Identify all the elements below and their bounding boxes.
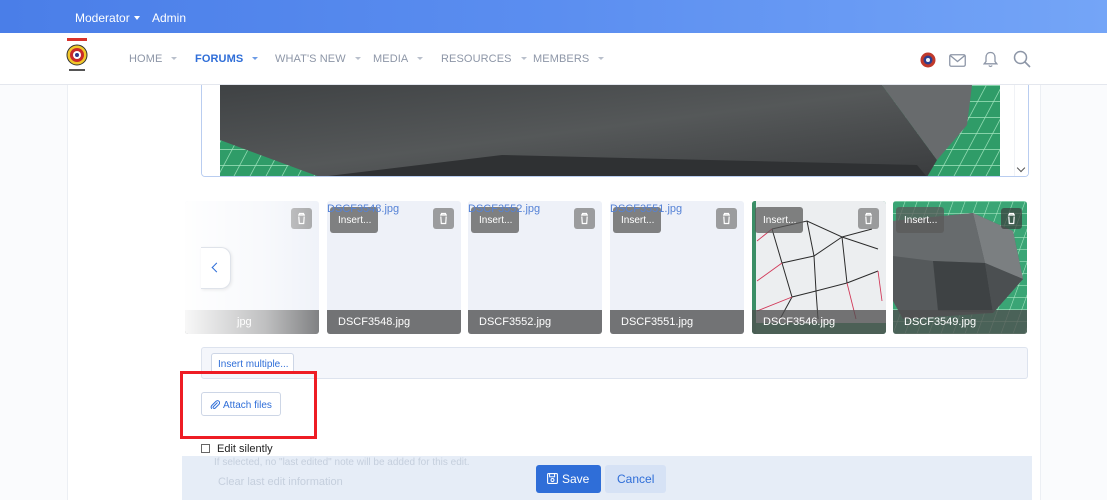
- chevron-down-icon: [417, 57, 424, 60]
- attachment-item[interactable]: Insert... DSCF3549.jpg: [893, 201, 1027, 334]
- nav-item-label: FORUMS: [195, 53, 244, 65]
- trash-icon[interactable]: [716, 208, 737, 229]
- attachment-item[interactable]: Insert... DSCF3546.jpg: [752, 201, 886, 334]
- trash-icon[interactable]: [433, 208, 454, 229]
- attachment-item[interactable]: Insert... DSCF3552.jpg DSCF3552.jpg: [468, 201, 602, 334]
- moderator-label: Moderator: [75, 11, 130, 25]
- chevron-down-icon: [520, 57, 527, 60]
- nav-item-whats-new[interactable]: WHAT'S NEW: [275, 53, 361, 65]
- nav-item-media[interactable]: MEDIA: [373, 53, 424, 65]
- attachment-filename: DSCF3551.jpg: [610, 310, 744, 334]
- highlight-box: [180, 371, 317, 439]
- nav-item-label: HOME: [129, 53, 163, 65]
- editor-image-preview: [202, 85, 1028, 176]
- nav-item-label: WHAT'S NEW: [275, 53, 346, 65]
- nav-item-home[interactable]: HOME: [129, 53, 178, 65]
- cancel-button[interactable]: Cancel: [605, 465, 666, 493]
- nav-item-label: MEMBERS: [533, 53, 590, 65]
- bell-icon[interactable]: [983, 51, 998, 68]
- chevron-down-icon: [133, 16, 140, 20]
- attachment-item[interactable]: Insert... DSCF3548.jpg DSCF3548.jpg: [327, 201, 461, 334]
- nav-item-label: MEDIA: [373, 53, 409, 65]
- message-editor[interactable]: [201, 85, 1029, 177]
- chevron-down-icon: [171, 57, 178, 60]
- admin-link[interactable]: Admin: [152, 11, 186, 25]
- envelope-icon[interactable]: [949, 54, 966, 67]
- trash-icon[interactable]: [574, 208, 595, 229]
- attachment-top-label: DSCF3552.jpg: [468, 203, 541, 215]
- trash-icon[interactable]: [1001, 208, 1022, 229]
- editor-scrollbar[interactable]: [1014, 85, 1028, 176]
- chevron-down-icon: [252, 57, 259, 60]
- attachment-top-label: DSCF3548.jpg: [327, 203, 400, 215]
- save-button[interactable]: Save: [536, 465, 601, 493]
- insert-button[interactable]: Insert...: [896, 207, 944, 233]
- search-icon[interactable]: [1013, 50, 1031, 68]
- attachment-filename: DSCF3552.jpg: [468, 310, 602, 334]
- edit-silently-hint: If selected, no "last edited" note will …: [214, 457, 470, 468]
- edit-silently-checkbox[interactable]: Edit silently: [201, 443, 273, 455]
- nav-item-resources[interactable]: RESOURCES: [441, 53, 527, 65]
- trash-icon[interactable]: [858, 208, 879, 229]
- chevron-left-icon: [211, 262, 222, 273]
- chevron-down-icon: [598, 57, 605, 60]
- floppy-disk-icon: [547, 473, 558, 484]
- site-logo[interactable]: [65, 36, 89, 76]
- moderator-menu[interactable]: Moderator: [75, 11, 140, 25]
- attachment-filename: DSCF3549.jpg: [893, 310, 1027, 334]
- attachment-toolbar: Insert multiple...: [201, 347, 1028, 379]
- nav-item-label: RESOURCES: [441, 53, 512, 65]
- edit-silently-label: Edit silently: [217, 443, 273, 455]
- top-bar: Moderator Admin: [0, 0, 1107, 33]
- user-avatar-icon[interactable]: [920, 52, 936, 68]
- attachment-filename: DSCF3548.jpg: [327, 310, 461, 334]
- nav-item-forums[interactable]: FORUMS: [195, 53, 259, 65]
- attachment-filename: DSCF3546.jpg: [752, 310, 886, 334]
- insert-button[interactable]: Insert...: [755, 207, 803, 233]
- attachment-top-label: DSCF3551.jpg: [610, 203, 683, 215]
- nav-item-members[interactable]: MEMBERS: [533, 53, 605, 65]
- checkbox-box[interactable]: [201, 444, 210, 453]
- chevron-down-icon: [354, 57, 361, 60]
- carousel-prev-button[interactable]: [201, 247, 231, 289]
- main-navigation: HOME FORUMS WHAT'S NEW MEDIA RESOURCES M…: [0, 33, 1107, 85]
- clear-last-edit-label: Clear last edit information: [218, 476, 343, 488]
- chevron-down-icon[interactable]: [1016, 163, 1026, 173]
- attachment-item[interactable]: Insert... DSCF3551.jpg DSCF3551.jpg: [610, 201, 744, 334]
- save-label: Save: [562, 472, 590, 486]
